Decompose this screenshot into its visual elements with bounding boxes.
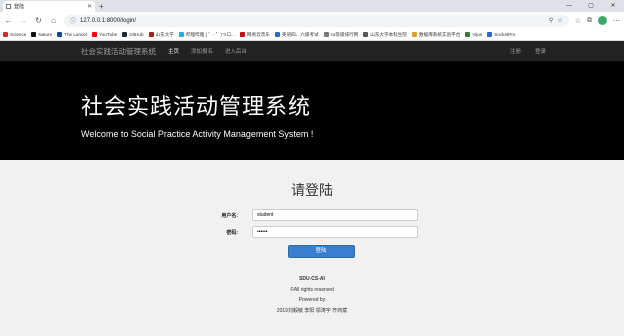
bookmark-item[interactable]: 数据库系统实验平台 bbox=[412, 32, 460, 38]
reload-icon[interactable]: ↻ bbox=[34, 16, 43, 25]
bookmark-icon bbox=[31, 32, 37, 37]
bookmark-label: Nature bbox=[38, 32, 53, 37]
bookmark-icon bbox=[178, 32, 184, 37]
collections-icon[interactable]: ⧉ bbox=[587, 17, 592, 25]
favorites-icon[interactable]: ☆ bbox=[575, 17, 581, 25]
login-button[interactable]: 登陆 bbox=[287, 245, 355, 258]
more-icon[interactable]: ⋯ bbox=[613, 17, 620, 25]
bookmark-label: 英语四、六级考试 bbox=[281, 31, 319, 37]
close-tab-icon[interactable]: ✕ bbox=[87, 3, 92, 10]
browser-chrome: 登陆 ✕ + — ▢ ✕ ← → ↻ ⌂ ⓘ 127.0.0.1:8000/lo… bbox=[0, 0, 624, 41]
navbar-right: 注册 登录 bbox=[510, 47, 546, 55]
bookmark-item[interactable]: Nature bbox=[31, 32, 52, 37]
maximize-icon[interactable]: ▢ bbox=[580, 0, 602, 12]
bookmark-item[interactable]: 英语四、六级考试 bbox=[274, 31, 319, 38]
nav-link-register[interactable]: 注册 bbox=[510, 47, 521, 55]
bookmark-item[interactable]: 山东大学 bbox=[148, 31, 174, 38]
bookmark-item[interactable]: Vijos bbox=[465, 32, 482, 37]
login-heading: 请登陆 bbox=[291, 183, 333, 199]
nav-link-add-signup[interactable]: 添加报名 bbox=[191, 47, 213, 55]
footer-rights: ©All rights reserved bbox=[290, 286, 334, 293]
username-row: 用户名: bbox=[0, 209, 624, 221]
password-label: 密码: bbox=[226, 229, 238, 236]
tab-title: 登陆 bbox=[14, 4, 25, 10]
site-navbar: 社会实践活动管理系统 主页 添加报名 进入后台 注册 登录 bbox=[0, 41, 624, 61]
bookmark-item[interactable]: cs等级排行网 bbox=[323, 31, 359, 38]
bookmark-item[interactable]: 哔哩哔哩 ( ゜- ゜)つロ... bbox=[178, 31, 235, 38]
close-window-icon[interactable]: ✕ bbox=[602, 0, 624, 12]
nav-link-home[interactable]: 主页 bbox=[168, 47, 179, 55]
tab-strip: 登陆 ✕ + — ▢ ✕ bbox=[0, 0, 624, 12]
bookmark-item[interactable]: Science bbox=[3, 32, 26, 37]
toolbar-right: ☆ ⧉ ⋯ bbox=[575, 16, 620, 25]
page-icon bbox=[6, 4, 11, 9]
minimize-icon[interactable]: — bbox=[558, 0, 580, 12]
bookmark-item[interactable]: GitHub bbox=[122, 32, 144, 37]
browser-toolbar: ← → ↻ ⌂ ⓘ 127.0.0.1:8000/login/ ⚲ ☆ ☆ ⧉ … bbox=[0, 12, 624, 29]
nav-link-login[interactable]: 登录 bbox=[535, 47, 546, 55]
password-input[interactable] bbox=[252, 226, 418, 238]
hero-title: 社会实践活动管理系统 bbox=[81, 95, 312, 120]
forward-icon[interactable]: → bbox=[19, 16, 28, 25]
browser-tab[interactable]: 登陆 ✕ bbox=[3, 1, 95, 12]
navbar-brand[interactable]: 社会实践活动管理系统 bbox=[81, 46, 156, 57]
bookmark-icon bbox=[3, 32, 8, 37]
bookmark-label: Vijos bbox=[472, 32, 483, 37]
favorite-star-icon[interactable]: ☆ bbox=[557, 17, 562, 24]
bookmark-label: Science bbox=[10, 32, 27, 37]
bookmark-label: GitHub bbox=[129, 32, 144, 37]
bookmark-label: 山东大学 bbox=[155, 31, 174, 37]
footer-authors: 2019刘毅敏 李阳 邬涛宇 齐商斌 bbox=[276, 307, 348, 314]
bookmark-label: 哔哩哔哩 ( ゜- ゜)つロ... bbox=[185, 31, 235, 37]
bookmarks-bar: Science Nature The Lancet YouTube GitHub 山东大学… bbox=[0, 29, 624, 41]
back-icon[interactable]: ← bbox=[4, 16, 13, 25]
bookmark-label: The Lancet bbox=[64, 32, 88, 37]
bookmark-item[interactable]: YouTube bbox=[92, 32, 117, 37]
password-row: 密码: bbox=[0, 226, 624, 238]
bookmark-icon bbox=[92, 32, 98, 37]
page-footer: SDU-CS-AI ©All rights reserved Powered b… bbox=[0, 274, 624, 316]
bookmark-item[interactable]: The Lancet bbox=[57, 32, 87, 37]
bookmark-icon bbox=[57, 32, 63, 37]
new-tab-icon[interactable]: + bbox=[99, 2, 104, 12]
bookmark-item[interactable]: 网易云音乐 bbox=[239, 31, 270, 38]
bookmark-label: 山东大学本科生院 bbox=[370, 31, 407, 37]
bookmark-label: cs等级排行网 bbox=[330, 31, 359, 37]
login-form: 请登陆 用户名: 密码: 登陆 SDU-CS-AI ©All rights re… bbox=[0, 160, 624, 316]
info-icon[interactable]: ⓘ bbox=[70, 16, 76, 25]
username-label: 用户名: bbox=[221, 212, 238, 219]
home-icon[interactable]: ⌂ bbox=[49, 16, 58, 25]
bookmark-icon bbox=[412, 32, 417, 37]
footer-powered: Powered by bbox=[298, 297, 326, 303]
bookmark-icon bbox=[274, 32, 280, 37]
bookmark-icon bbox=[148, 32, 154, 37]
hero-subtitle: Welcome to Social Practice Activity Mana… bbox=[81, 129, 314, 139]
bookmark-label: SocketPro bbox=[494, 32, 516, 37]
bookmark-icon bbox=[122, 32, 128, 37]
bookmark-item[interactable]: SocketPro bbox=[487, 32, 515, 37]
bookmark-label: 网易云音乐 bbox=[246, 31, 270, 37]
bookmark-label: YouTube bbox=[99, 32, 118, 37]
window-controls: — ▢ ✕ bbox=[558, 0, 624, 12]
nav-link-admin[interactable]: 进入后台 bbox=[225, 47, 247, 55]
bookmark-icon bbox=[239, 32, 245, 37]
translate-icon[interactable]: ⚲ bbox=[549, 17, 553, 24]
bookmark-icon bbox=[465, 32, 471, 37]
bookmark-icon bbox=[323, 32, 329, 37]
profile-avatar[interactable] bbox=[598, 16, 607, 25]
bookmark-icon bbox=[487, 32, 493, 37]
address-bar[interactable]: ⓘ 127.0.0.1:8000/login/ ⚲ ☆ bbox=[64, 14, 569, 27]
username-input[interactable] bbox=[252, 209, 418, 221]
bookmark-label: 数据库系统实验平台 bbox=[419, 31, 461, 37]
hero-banner: 社会实践活动管理系统 Welcome to Social Practice Ac… bbox=[0, 61, 624, 160]
url-text: 127.0.0.1:8000/login/ bbox=[80, 17, 137, 24]
footer-team: SDU-CS-AI bbox=[299, 276, 325, 282]
bookmark-item[interactable]: 山东大学本科生院 bbox=[363, 32, 407, 38]
bookmark-icon bbox=[363, 32, 369, 37]
